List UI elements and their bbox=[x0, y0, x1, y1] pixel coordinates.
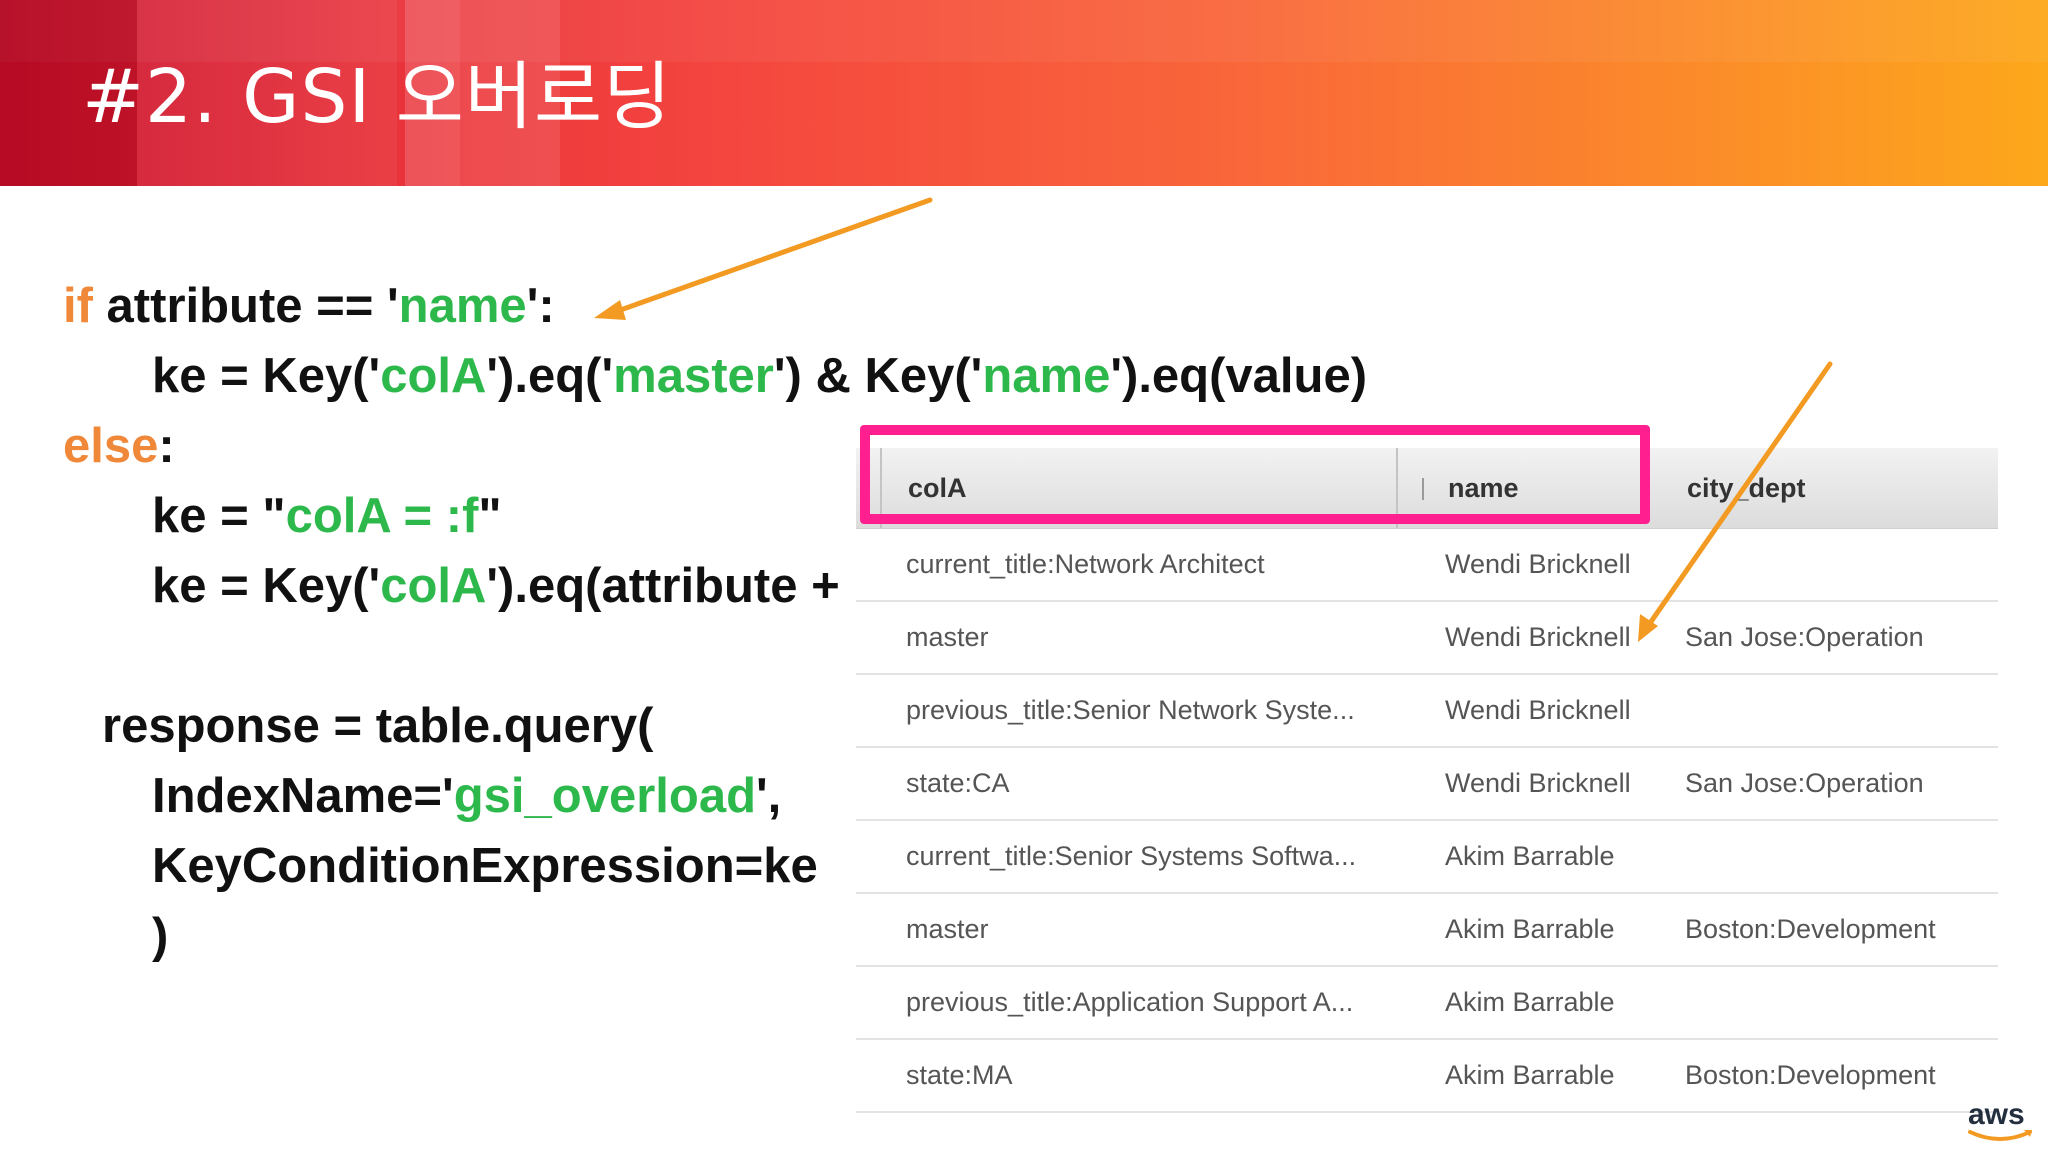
code-string: master bbox=[613, 349, 774, 403]
table-row[interactable]: current_title:Network Architect Wendi Br… bbox=[856, 529, 1998, 602]
code-string: gsi_overload bbox=[453, 769, 756, 823]
header-highlight-box bbox=[860, 425, 1650, 524]
code-text: " bbox=[478, 489, 502, 543]
code-string: name bbox=[982, 349, 1111, 403]
code-line: IndexName='gsi_overload', bbox=[152, 766, 781, 826]
code-text: KeyConditionExpression=ke bbox=[152, 839, 818, 893]
code-string: colA = :f bbox=[285, 489, 479, 543]
cell-cola: state:MA bbox=[906, 1060, 1013, 1090]
code-string: colA bbox=[380, 349, 487, 403]
cell-city-dept: Boston:Development bbox=[1685, 914, 1936, 944]
aws-logo-mark: aws bbox=[1968, 1098, 2032, 1141]
cell-cola: master bbox=[906, 914, 989, 944]
code-text: ', bbox=[756, 769, 782, 823]
column-header-city-dept[interactable]: city_dept bbox=[1687, 448, 1806, 528]
cell-cola: current_title:Senior Systems Softwa... bbox=[906, 841, 1357, 871]
cell-cola: current_title:Network Architect bbox=[906, 549, 1265, 579]
query-result-table: colA name city_dept current_title:Networ… bbox=[856, 448, 1998, 1113]
code-string: colA bbox=[380, 559, 487, 613]
code-text: ').eq(' bbox=[486, 349, 614, 403]
cell-name: Akim Barrable bbox=[1445, 1060, 1615, 1090]
code-line: response = table.query( bbox=[102, 696, 653, 756]
table-row[interactable]: state:MA Akim Barrable Boston:Developmen… bbox=[856, 1040, 1998, 1113]
code-string: name bbox=[398, 279, 527, 333]
cell-name: Wendi Bricknell bbox=[1445, 549, 1631, 579]
cell-name: Akim Barrable bbox=[1445, 987, 1615, 1017]
code-block: if attribute == 'name': ke = Key('colA')… bbox=[0, 0, 1367, 1152]
aws-logo: aws bbox=[1966, 1094, 2038, 1146]
table-row[interactable]: state:CA Wendi Bricknell San Jose:Operat… bbox=[856, 748, 1998, 821]
table-row[interactable]: previous_title:Application Support A... … bbox=[856, 967, 1998, 1040]
code-text: ke = " bbox=[152, 489, 286, 543]
cell-name: Akim Barrable bbox=[1445, 841, 1615, 871]
cell-name: Akim Barrable bbox=[1445, 914, 1615, 944]
cell-cola: master bbox=[906, 622, 989, 652]
code-keyword: if bbox=[63, 279, 93, 333]
code-line: else: bbox=[63, 416, 175, 476]
cell-name: Wendi Bricknell bbox=[1445, 622, 1631, 652]
cell-cola: previous_title:Application Support A... bbox=[906, 987, 1354, 1017]
code-text: ') & Key(' bbox=[773, 349, 983, 403]
code-line: ke = "colA = :f" bbox=[152, 486, 502, 546]
code-text: ke = Key(' bbox=[152, 349, 381, 403]
table-row[interactable]: master Wendi Bricknell San Jose:Operatio… bbox=[856, 602, 1998, 675]
cell-cola: previous_title:Senior Network Syste... bbox=[906, 695, 1355, 725]
table-row[interactable]: current_title:Senior Systems Softwa... A… bbox=[856, 821, 1998, 894]
code-line: ke = Key('colA').eq('master') & Key('nam… bbox=[152, 346, 1367, 406]
table-body: current_title:Network Architect Wendi Br… bbox=[856, 529, 1998, 1113]
code-text: response = table.query( bbox=[102, 699, 654, 753]
code-keyword: else bbox=[63, 419, 159, 473]
code-line: KeyConditionExpression=ke bbox=[152, 836, 818, 896]
code-text: ').eq(value) bbox=[1110, 349, 1368, 403]
table-row[interactable]: master Akim Barrable Boston:Development bbox=[856, 894, 1998, 967]
code-text: : bbox=[158, 419, 175, 473]
code-text: attribute == ' bbox=[92, 279, 399, 333]
code-line: ) bbox=[152, 906, 168, 966]
cell-name: Wendi Bricknell bbox=[1445, 768, 1631, 798]
cell-name: Wendi Bricknell bbox=[1445, 695, 1631, 725]
aws-logo-text: aws bbox=[1968, 1098, 2025, 1131]
cell-city-dept: San Jose:Operation bbox=[1685, 622, 1924, 652]
code-text: ) bbox=[152, 909, 169, 963]
cell-city-dept: San Jose:Operation bbox=[1685, 768, 1924, 798]
cell-cola: state:CA bbox=[906, 768, 1010, 798]
table-row[interactable]: previous_title:Senior Network Syste... W… bbox=[856, 675, 1998, 748]
code-line: if attribute == 'name': bbox=[63, 276, 555, 336]
code-line: ke = Key('colA').eq(attribute + bbox=[152, 556, 840, 616]
code-text: ke = Key(' bbox=[152, 559, 381, 613]
cell-city-dept: Boston:Development bbox=[1685, 1060, 1936, 1090]
code-text: ': bbox=[526, 279, 555, 333]
code-text: IndexName=' bbox=[152, 769, 454, 823]
code-text: ').eq(attribute + bbox=[486, 559, 840, 613]
